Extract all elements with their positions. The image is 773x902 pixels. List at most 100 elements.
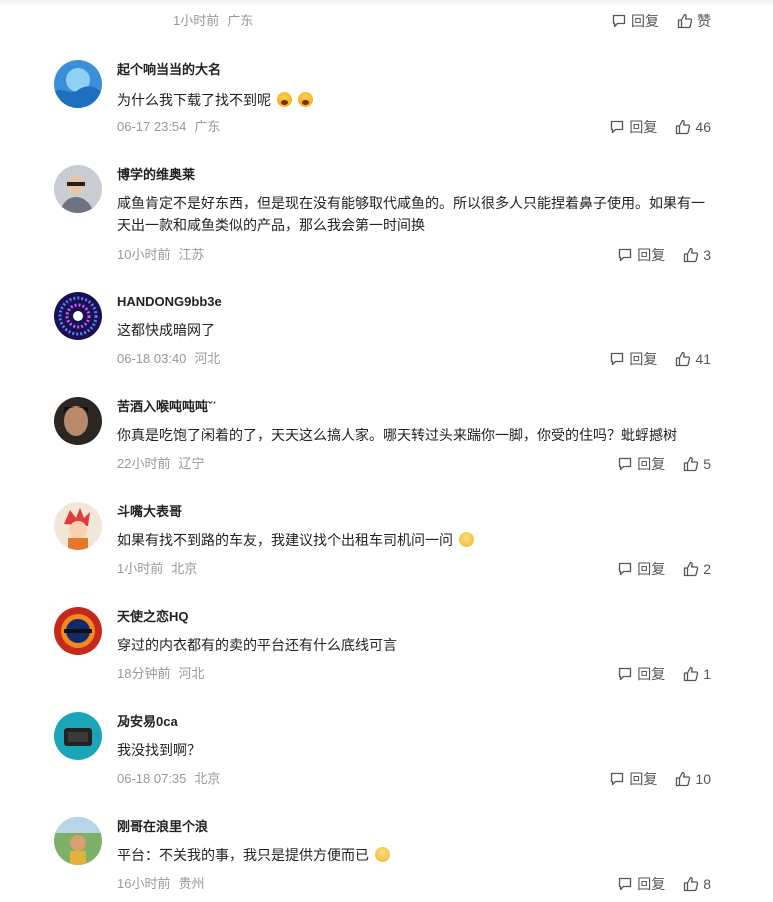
comment-text: 为什么我下载了找不到呢 [117, 89, 717, 111]
comment-text: 如果有找不到路的车友，我建议找个出租车司机问一问 [117, 529, 717, 551]
reply-button[interactable]: 回复 [617, 665, 665, 683]
thumbs-up-icon [684, 561, 699, 577]
reply-button[interactable]: 回复 [617, 455, 665, 473]
like-button[interactable]: 46 [675, 118, 711, 136]
avatar-image [54, 292, 102, 340]
reply-button[interactable]: 回复 [609, 118, 657, 136]
comment-actions: 回复 2 [617, 560, 711, 578]
avatar-image [54, 502, 102, 550]
comment-time: 22小时前 [117, 456, 171, 471]
reply-label: 回复 [631, 13, 659, 29]
like-button[interactable]: 41 [675, 350, 711, 368]
comment-text: 你真是吃饱了闲着的了，天天这么搞人家。哪天转过头来踹你一脚，你受的住吗？蚍蜉撼树 [117, 427, 677, 443]
comment-time: 18分钟前 [117, 666, 171, 681]
thumbs-up-icon [676, 119, 691, 135]
comment-meta: 18分钟前 河北 [117, 665, 204, 683]
smirk-emoji-icon [458, 532, 474, 547]
like-button[interactable]: 5 [683, 455, 711, 473]
username[interactable]: HANDONG9bb3e [117, 294, 222, 310]
comment-location: 河北 [194, 351, 221, 366]
reply-label: 回复 [629, 771, 658, 787]
reply-icon [619, 562, 632, 576]
like-button[interactable]: 赞 [677, 12, 711, 30]
username[interactable]: 斗嘴大表哥 [117, 504, 182, 520]
comment-actions: 回复 41 [609, 350, 711, 368]
username[interactable]: 刚哥在浪里个浪 [117, 819, 208, 835]
comment-time: 06-18 07:35 [117, 771, 187, 786]
comment-location: 广东 [194, 119, 221, 134]
avatar-image [54, 60, 102, 108]
reply-icon [611, 772, 624, 786]
reply-label: 回复 [637, 666, 666, 682]
comment-time: 06-18 03:40 [117, 351, 187, 366]
reply-icon [619, 877, 632, 891]
reply-label: 回复 [629, 351, 658, 367]
comment-meta: 06-17 23:54 广东 [117, 118, 220, 136]
comment-time: 10小时前 [117, 247, 171, 262]
reply-icon [619, 248, 632, 262]
comment-meta: 10小时前 江苏 [117, 246, 204, 264]
username[interactable]: 苦酒入喉吨吨吨ˇˊ [117, 399, 217, 415]
like-count: 41 [695, 351, 711, 367]
like-button[interactable]: 1 [683, 665, 711, 683]
like-count: 3 [703, 247, 711, 263]
username[interactable]: 博学的维奥莱 [117, 167, 195, 183]
thumbs-up-icon [684, 666, 699, 682]
avatar-image [54, 397, 102, 445]
username[interactable]: 起个响当当的大名 [117, 62, 221, 78]
like-count: 10 [695, 771, 711, 787]
reply-button[interactable]: 回复 [617, 246, 665, 264]
reply-label: 回复 [629, 119, 658, 135]
reply-label: 回复 [637, 456, 666, 472]
comment-location: 广东 [227, 13, 254, 28]
like-label: 赞 [697, 13, 711, 29]
comment-time: 1小时前 [173, 13, 220, 28]
like-count: 46 [695, 119, 711, 135]
avatar-image [54, 817, 102, 865]
comment-location: 河北 [178, 666, 205, 681]
comment-location: 北京 [171, 561, 198, 576]
avatar[interactable] [54, 502, 102, 550]
avatar[interactable] [54, 607, 102, 655]
relieved-emoji-icon [374, 847, 390, 862]
comment-actions: 回复 1 [617, 665, 711, 683]
comment-actions: 回复 5 [617, 455, 711, 473]
thumbs-up-icon [684, 247, 699, 263]
reply-button[interactable]: 回复 [609, 350, 657, 368]
avatar-image [54, 165, 102, 213]
like-count: 1 [703, 666, 711, 682]
avatar[interactable] [54, 712, 102, 760]
reply-icon [619, 457, 632, 471]
like-button[interactable]: 3 [683, 246, 711, 264]
comment-actions: 回复 3 [617, 246, 711, 264]
avatar[interactable] [54, 60, 102, 108]
comment-text: 咸鱼肯定不是好东西，但是现在没有能够取代咸鱼的。所以很多人只能捏着鼻子使用。如果… [117, 195, 705, 233]
avatar[interactable] [54, 397, 102, 445]
avatar[interactable] [54, 817, 102, 865]
comment-text: 平台：不关我的事，我只是提供方便而已 [117, 844, 717, 866]
username[interactable]: 夃安易0ca [117, 714, 178, 730]
comment-body: 如果有找不到路的车友，我建议找个出租车司机问一问 [117, 532, 453, 548]
comment-actions: 回复 赞 [611, 12, 711, 30]
comment-text: 这都快成暗网了 [117, 322, 215, 338]
comment-time: 1小时前 [117, 561, 164, 576]
reply-label: 回复 [637, 876, 666, 892]
thumbs-up-icon [676, 351, 691, 367]
username[interactable]: 天使之恋HQ [117, 609, 189, 625]
scream-emoji-icon [276, 92, 292, 107]
like-button[interactable]: 8 [683, 875, 711, 893]
comment-meta: 06-18 07:35 北京 [117, 770, 220, 788]
avatar-image [54, 607, 102, 655]
avatar[interactable] [54, 292, 102, 340]
reply-button[interactable]: 回复 [617, 875, 665, 893]
reply-label: 回复 [637, 561, 666, 577]
thumbs-up-icon [684, 876, 699, 892]
comment-text: 穿过的内衣都有的卖的平台还有什么底线可言 [117, 637, 397, 653]
avatar[interactable] [54, 165, 102, 213]
like-button[interactable]: 10 [675, 770, 711, 788]
reply-button[interactable]: 回复 [609, 770, 657, 788]
reply-button[interactable]: 回复 [611, 12, 659, 30]
like-button[interactable]: 2 [683, 560, 711, 578]
reply-button[interactable]: 回复 [617, 560, 665, 578]
comment-time: 16小时前 [117, 876, 171, 891]
